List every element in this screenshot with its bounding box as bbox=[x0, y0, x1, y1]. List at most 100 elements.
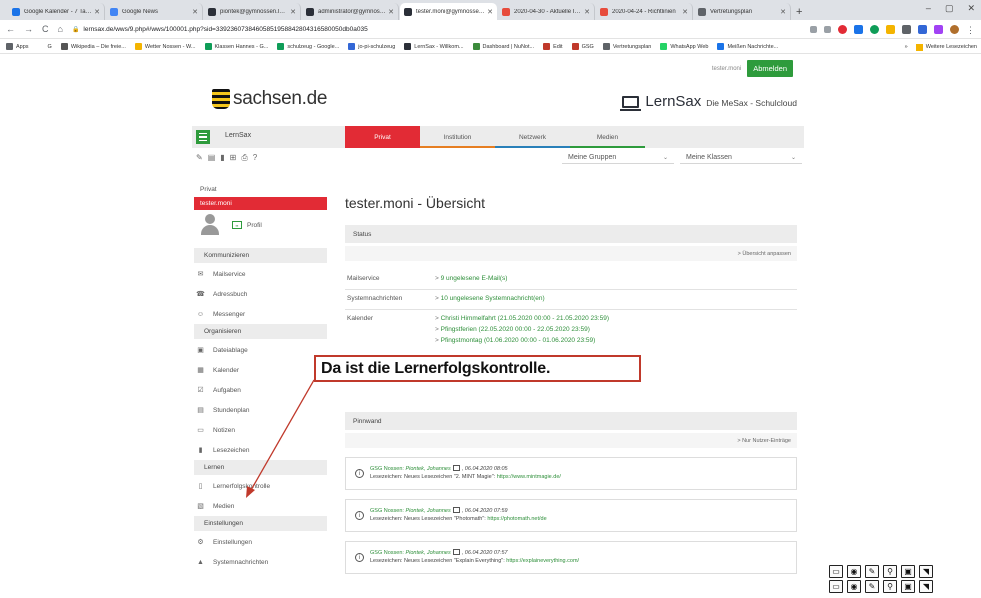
bookmark-item[interactable]: GSG bbox=[571, 43, 594, 50]
calendar-event-link[interactable]: Christi Himmelfahrt (21.05.2020 00:00 - … bbox=[435, 315, 797, 322]
cursor-icon[interactable]: ◥ bbox=[919, 580, 933, 593]
menu-dots-icon[interactable]: ⋮ bbox=[966, 25, 975, 35]
extension-icon[interactable] bbox=[854, 24, 863, 34]
tab-privat[interactable]: Privat bbox=[345, 126, 420, 148]
bookmark-item[interactable]: Edit bbox=[543, 43, 563, 50]
sachsen-logo[interactable]: sachsen.de bbox=[212, 88, 327, 110]
vcard-icon[interactable] bbox=[452, 549, 460, 555]
other-bookmarks[interactable]: Weitere Lesezeichen bbox=[926, 44, 977, 50]
sidebar-item-lesezeichen[interactable]: ▮ Lesezeichen bbox=[194, 440, 327, 460]
camera-icon[interactable]: ◉ bbox=[847, 565, 861, 578]
customize-overview-link[interactable]: > Übersicht anpassen bbox=[345, 246, 797, 261]
tab-netzwerk[interactable]: Netzwerk bbox=[495, 126, 570, 148]
list-icon[interactable]: ▤ bbox=[208, 153, 216, 163]
browser-tab[interactable]: 2020-04-30 - Aktuelle Infos ✕ bbox=[498, 3, 595, 20]
opera-icon[interactable] bbox=[838, 24, 847, 34]
tab-close-icon[interactable]: ✕ bbox=[682, 8, 688, 16]
tab-medien[interactable]: Medien bbox=[570, 126, 645, 148]
browser-tab[interactable]: tester.moni@gymnossen.lernsax✕ bbox=[400, 3, 497, 20]
tab-close-icon[interactable]: ✕ bbox=[192, 8, 198, 16]
bookmark-item[interactable]: schulzeug - Google... bbox=[277, 43, 339, 50]
print-icon[interactable]: ⎙ bbox=[241, 153, 247, 163]
bookmark-item[interactable]: G bbox=[37, 43, 52, 50]
tab-close-icon[interactable]: ✕ bbox=[94, 8, 100, 16]
extension-icon[interactable] bbox=[934, 24, 943, 34]
tab-close-icon[interactable]: ✕ bbox=[290, 8, 296, 16]
sidebar-item-user[interactable]: tester.moni bbox=[194, 197, 327, 210]
expand-icon[interactable]: ⊞ bbox=[230, 153, 237, 163]
sidebar-item-systemnachrichten[interactable]: ▲ Systemnachrichten bbox=[194, 552, 327, 572]
bookmark-item[interactable]: Klassen Hannes - G... bbox=[204, 43, 268, 50]
sidebar-item-lernerfolgskontrolle[interactable]: ▯ Lernerfolgskontrolle bbox=[194, 476, 327, 496]
pen-icon[interactable]: ✎ bbox=[865, 580, 879, 593]
sidebar-item-einstellungen[interactable]: ⚙ Einstellungen bbox=[194, 532, 327, 552]
sidebar-item-notizen[interactable]: ▭ Notizen bbox=[194, 420, 327, 440]
sidebar-item-messenger[interactable]: ☺ Messenger bbox=[194, 304, 327, 324]
bookmark-item[interactable]: Wikipedia – Die freie... bbox=[60, 43, 126, 50]
bookmark-item[interactable]: Wetter Nossen - W... bbox=[134, 43, 196, 50]
profile-avatar-icon[interactable] bbox=[950, 24, 959, 34]
lernsax-logo[interactable]: LernSax Die MeSax - Schulcloud bbox=[620, 93, 797, 111]
pin-author[interactable]: Piontek, Johannes bbox=[405, 550, 450, 556]
vcard-icon[interactable] bbox=[452, 465, 460, 471]
edit-icon[interactable]: ✎ bbox=[196, 153, 203, 163]
bookmark-item[interactable]: jo-pi-schulzeug bbox=[348, 43, 395, 50]
save-icon[interactable]: ▣ bbox=[901, 580, 915, 593]
sidebar-item-medien[interactable]: ▧ Medien bbox=[194, 496, 327, 516]
browser-tab[interactable]: Google Kalender - 7 Tage ✕ bbox=[8, 3, 105, 20]
calendar-event-link[interactable]: Pfingstferien (22.05.2020 00:00 - 22.05.… bbox=[435, 326, 797, 333]
star-icon[interactable] bbox=[824, 25, 831, 33]
sidebar-item-stundenplan[interactable]: ▤ Stundenplan bbox=[194, 400, 327, 420]
extension-icon[interactable] bbox=[902, 24, 911, 34]
hamburger-menu-button[interactable] bbox=[196, 130, 210, 144]
pin-url-link[interactable]: https://photomath.net/de bbox=[487, 516, 546, 522]
sidebar-item-aufgaben[interactable]: ☑ Aufgaben bbox=[194, 380, 327, 400]
browser-tab[interactable]: Google News ✕ bbox=[106, 3, 203, 20]
minimize-icon[interactable]: – bbox=[926, 3, 931, 14]
cursor-icon[interactable]: ◥ bbox=[919, 565, 933, 578]
classes-select[interactable]: Meine Klassen ⌄ bbox=[680, 151, 802, 164]
pen-icon[interactable]: ✎ bbox=[865, 565, 879, 578]
sidebar-item-dateiablage[interactable]: ▣ Dateiablage bbox=[194, 340, 327, 360]
pin-url-link[interactable]: https://www.mintmagie.de/ bbox=[497, 474, 561, 480]
tab-institution[interactable]: Institution bbox=[420, 126, 495, 148]
pin-author[interactable]: Piontek, Johannes bbox=[405, 508, 450, 514]
camera-icon[interactable]: ◉ bbox=[847, 580, 861, 593]
tab-close-icon[interactable]: ✕ bbox=[487, 8, 493, 16]
logout-button[interactable]: Abmelden bbox=[747, 60, 793, 77]
bookmark-icon[interactable]: ▮ bbox=[220, 153, 224, 163]
groups-select[interactable]: Meine Gruppen ⌄ bbox=[562, 151, 674, 164]
calendar-event-link[interactable]: Pfingstmontag (01.06.2020 00:00 - 01.06.… bbox=[435, 337, 797, 344]
tab-close-icon[interactable]: ✕ bbox=[388, 8, 394, 16]
magnifier-icon[interactable]: ⚲ bbox=[883, 580, 897, 593]
url-input[interactable]: 🔒 lernsax.de/wws/9.php#/wws/100001.php?s… bbox=[72, 22, 802, 36]
tab-close-icon[interactable]: ✕ bbox=[780, 8, 786, 16]
sidebar-item-kalender[interactable]: ▦ Kalender bbox=[194, 360, 327, 380]
browser-tab[interactable]: administrator@gymnossen ✕ bbox=[302, 3, 399, 20]
screen-icon[interactable]: ▭ bbox=[829, 565, 843, 578]
bookmark-item[interactable]: Meißen Nachrichte... bbox=[717, 43, 778, 50]
maximize-icon[interactable]: ▢ bbox=[945, 3, 954, 14]
close-icon[interactable]: ✕ bbox=[967, 3, 975, 14]
forward-icon[interactable]: → bbox=[24, 24, 33, 34]
pin-author[interactable]: Piontek, Johannes bbox=[405, 466, 450, 472]
extension-icon[interactable] bbox=[870, 24, 879, 34]
bookmark-item[interactable]: Vertretungsplan bbox=[602, 43, 651, 50]
pin-url-link[interactable]: https://explaineverything.com/ bbox=[506, 558, 579, 564]
vcard-icon[interactable] bbox=[452, 507, 460, 513]
unread-mail-link[interactable]: 9 ungelesene E-Mail(s) bbox=[435, 275, 797, 282]
home-icon[interactable]: ⌂ bbox=[58, 24, 63, 34]
extension-icon[interactable] bbox=[886, 24, 895, 34]
browser-tab[interactable]: Vertretungsplan ✕ bbox=[694, 3, 791, 20]
magnifier-icon[interactable]: ⚲ bbox=[883, 565, 897, 578]
help-icon[interactable]: ? bbox=[253, 153, 257, 163]
save-icon[interactable]: ▣ bbox=[901, 565, 915, 578]
key-icon[interactable] bbox=[810, 25, 817, 33]
bookmark-item[interactable]: WhatsApp Web bbox=[660, 43, 708, 50]
new-tab-button[interactable]: + bbox=[796, 6, 802, 18]
sidebar-item-mailservice[interactable]: ✉ Mailservice bbox=[194, 264, 327, 284]
profile-link[interactable]: ▪▪ Profil bbox=[232, 221, 262, 229]
bookmarks-more-button[interactable]: » bbox=[905, 44, 908, 50]
bookmark-item[interactable]: Dashboard | NuNot... bbox=[472, 43, 534, 50]
system-messages-link[interactable]: 10 ungelesene Systemnachricht(en) bbox=[435, 295, 797, 302]
